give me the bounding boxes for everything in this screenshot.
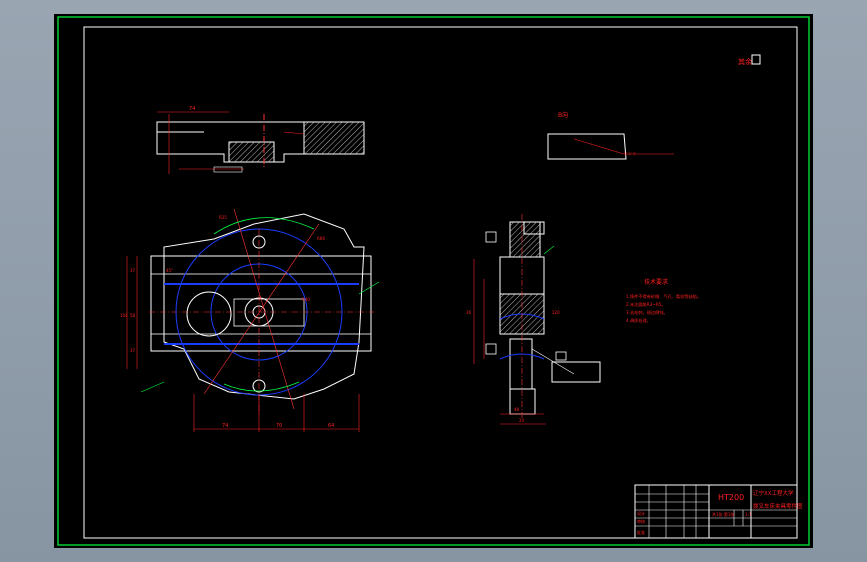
- front-view: 74: [156, 106, 365, 174]
- tech-req-line-4: 4.调质处理。: [626, 317, 651, 324]
- inner-frame: [83, 26, 798, 539]
- plan-dim-1: 74: [222, 423, 228, 429]
- left-dim-1: 37: [130, 268, 136, 273]
- svg-text:▽ ▽ ▽: ▽ ▽ ▽: [624, 151, 637, 156]
- radius-1: R66: [317, 236, 325, 241]
- side-dim-2: 20: [519, 418, 525, 423]
- left-dim-3: 104: [120, 313, 128, 318]
- drawing-name: 拨叉车床夹具零件图: [753, 502, 803, 510]
- roughness-note-text: 其余: [738, 57, 752, 66]
- radius-3: R25: [219, 215, 227, 220]
- front-width-dim: 74: [189, 106, 195, 112]
- plan-view: 74 70 64 37 58 104 37 45° R66 R40 R25: [120, 208, 380, 432]
- material-label: HT200: [718, 493, 744, 502]
- drawing-sheet: 其余 74 B向 ▽ ▽ ▽ 74 70 64 37 58 104 37 45°…: [54, 14, 813, 548]
- sheet-label: 共1张 第1张: [712, 511, 734, 517]
- side-dim-1: 48: [514, 407, 520, 412]
- side-view: 48 20 16 120: [466, 214, 601, 425]
- designer-label: 设计: [637, 510, 645, 516]
- drawing-canvas: 其余 74 B向 ▽ ▽ ▽ 74 70 64 37 58 104 37 45°…: [57, 16, 810, 546]
- radius-2: R40: [302, 297, 310, 302]
- left-dim-2: 58: [130, 313, 136, 318]
- approver-label: 批准: [637, 529, 645, 535]
- outer-frame: [57, 16, 810, 546]
- tech-requirements: 技术要求 1.铸件不得有砂眼、气孔、裂纹等缺陷。 2.未注圆角R3~R5。 3.…: [626, 278, 701, 324]
- plan-dim-2: 70: [276, 423, 282, 429]
- scale-label: 1:1: [745, 512, 752, 517]
- plan-dim-3: 64: [328, 423, 334, 429]
- tech-req-line-1: 1.铸件不得有砂眼、气孔、裂纹等缺陷。: [626, 293, 701, 300]
- cad-viewport: 其余 74 B向 ▽ ▽ ▽ 74 70 64 37 58 104 37 45°…: [0, 0, 867, 562]
- checker-label: 审核: [637, 518, 645, 524]
- title-block: HT200 辽宁XX工程大学 拨叉车床夹具零件图 共1张 第1张 1:1 设计 …: [634, 484, 803, 539]
- roughness-note: 其余: [738, 54, 761, 66]
- b-view: B向 ▽ ▽ ▽: [547, 111, 674, 160]
- school-label: 辽宁XX工程大学: [753, 489, 794, 497]
- side-dim-3: 16: [466, 310, 472, 315]
- section-label: B向: [558, 111, 568, 119]
- left-dim-4: 37: [130, 348, 136, 353]
- angle-label: 45°: [166, 268, 173, 273]
- tech-req-line-3: 3.去毛刺，锐边倒钝。: [626, 309, 668, 316]
- tech-req-title: 技术要求: [644, 278, 668, 286]
- tech-req-line-2: 2.未注圆角R3~R5。: [626, 301, 666, 308]
- side-dim-4: 120: [552, 310, 560, 315]
